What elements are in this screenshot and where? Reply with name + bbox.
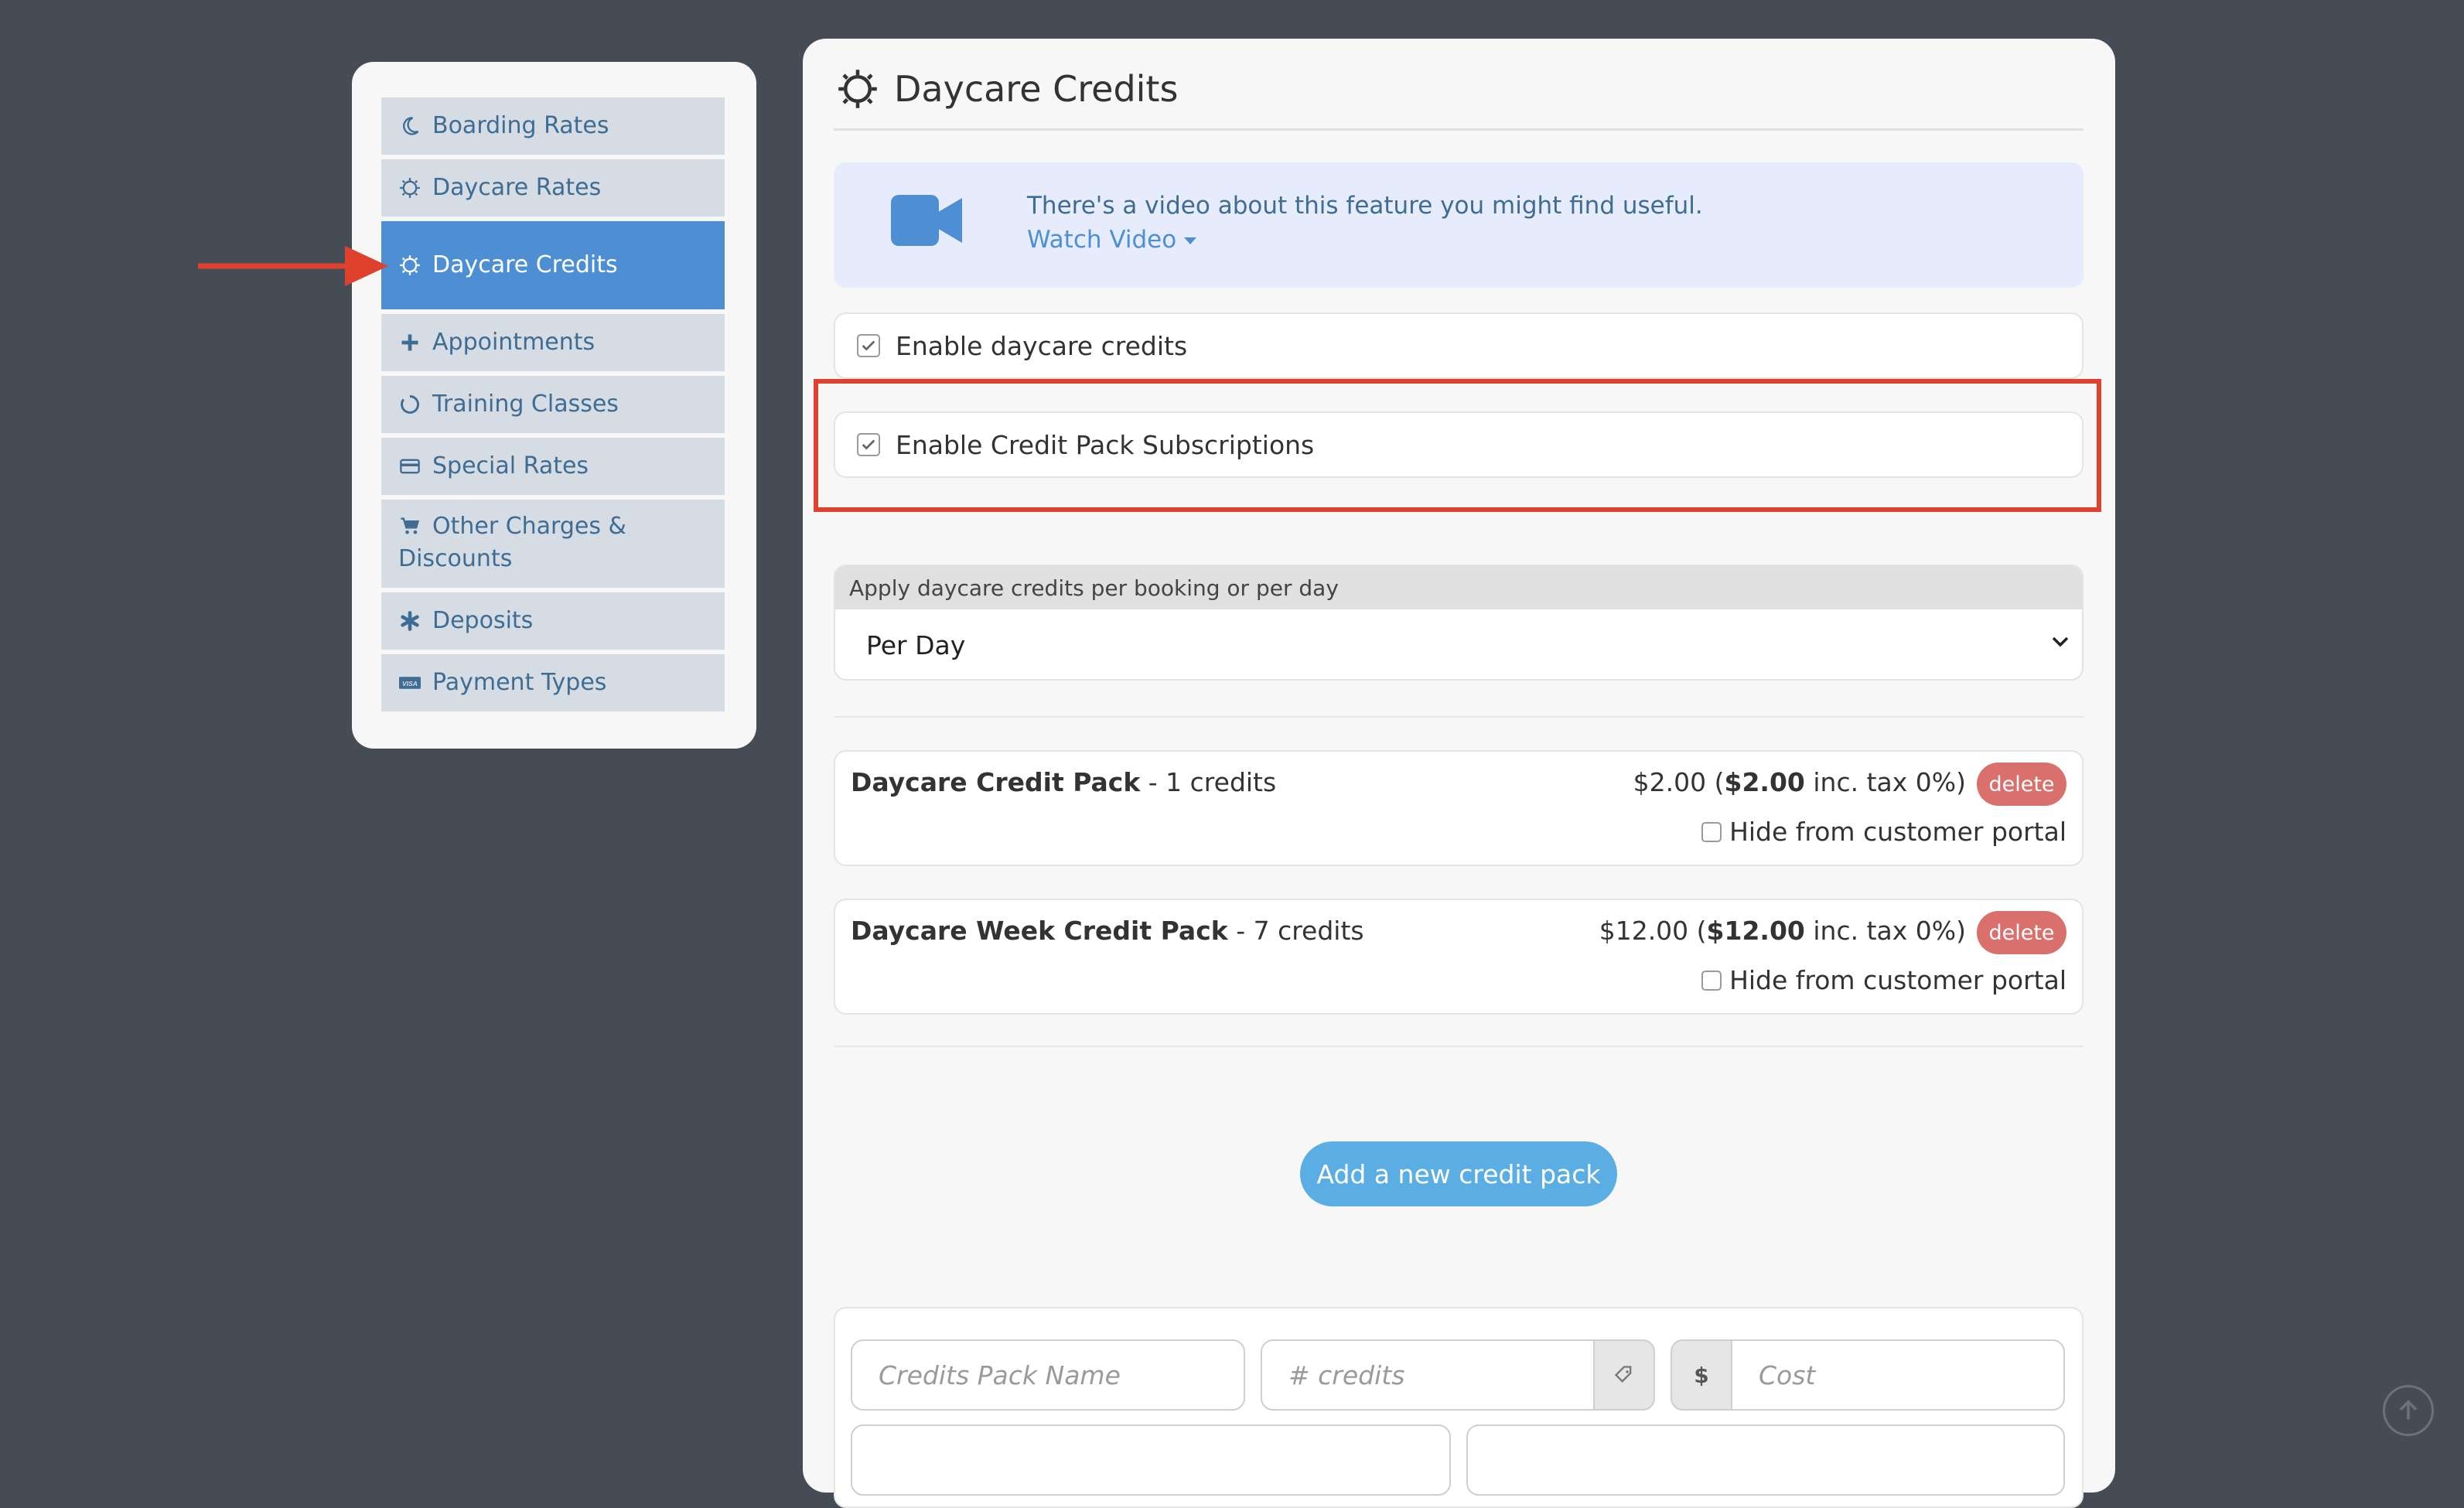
plus-icon bbox=[398, 331, 421, 354]
caret-down-icon bbox=[1184, 237, 1197, 244]
section-divider bbox=[834, 1046, 2083, 1047]
apply-credits-label: Apply daycare credits per booking or per… bbox=[835, 566, 2082, 609]
sidebar-item-label: Payment Types bbox=[432, 669, 607, 696]
sun-icon bbox=[398, 254, 421, 277]
checkmark-icon bbox=[862, 340, 875, 351]
sidebar-item-payment-types[interactable]: VISA Payment Types bbox=[381, 654, 725, 711]
sidebar-item-label: Daycare Credits bbox=[432, 251, 618, 278]
apply-credits-select[interactable]: Per Day bbox=[835, 609, 2082, 679]
sidebar-item-other-charges[interactable]: Other Charges & Discounts bbox=[381, 500, 725, 588]
hide-from-portal-row[interactable]: Hide from customer portal bbox=[1701, 817, 2066, 847]
arrow-up-icon bbox=[2399, 1400, 2418, 1420]
sidebar-item-boarding-rates[interactable]: Boarding Rates bbox=[381, 97, 725, 155]
sidebar-item-special-rates[interactable]: Special Rates bbox=[381, 438, 725, 495]
sidebar-item-daycare-rates[interactable]: Daycare Rates bbox=[381, 159, 725, 217]
section-divider bbox=[834, 716, 2083, 718]
visa-icon: VISA bbox=[398, 671, 421, 694]
watch-video-label: Watch Video bbox=[1027, 226, 1177, 254]
sidebar-item-label: Special Rates bbox=[432, 452, 589, 479]
video-camera-icon bbox=[891, 195, 962, 246]
sidebar-item-training-classes[interactable]: Training Classes bbox=[381, 376, 725, 433]
credit-pack-card: Daycare Credit Pack - 1 credits $2.00 ($… bbox=[834, 750, 2083, 866]
pack-extra-input-2[interactable] bbox=[1466, 1424, 2065, 1496]
pack-price: $2.00 ($2.00 inc. tax 0%) bbox=[1633, 767, 1966, 797]
cost-input[interactable]: Cost bbox=[1731, 1339, 2065, 1411]
pack-extra-input-1[interactable] bbox=[851, 1424, 1451, 1496]
pack-name: Daycare Week Credit Pack - 7 credits bbox=[851, 916, 1364, 946]
settings-sidebar: Boarding Rates Daycare Rates Daycare Cre… bbox=[352, 62, 756, 749]
pack-name-input[interactable]: Credits Pack Name bbox=[851, 1339, 1245, 1411]
scroll-to-top-button[interactable] bbox=[2383, 1385, 2434, 1436]
hide-from-portal-label: Hide from customer portal bbox=[1729, 965, 2066, 995]
credits-count-input[interactable]: # credits bbox=[1261, 1339, 1595, 1411]
sidebar-item-label: Deposits bbox=[432, 607, 534, 634]
cart-icon bbox=[398, 514, 421, 537]
daycare-credits-panel: Daycare Credits There's a video about th… bbox=[803, 39, 2115, 1508]
enable-daycare-credits-row[interactable]: Enable daycare credits bbox=[834, 312, 2083, 379]
credit-pack-card: Daycare Week Credit Pack - 7 credits $12… bbox=[834, 899, 2083, 1015]
page-title: Daycare Credits bbox=[837, 68, 1178, 110]
chevron-down-icon bbox=[2052, 636, 2069, 647]
hide-from-portal-checkbox[interactable] bbox=[1701, 821, 1722, 842]
enable-daycare-credits-checkbox[interactable] bbox=[857, 334, 880, 357]
sidebar-item-label: Other Charges & Discounts bbox=[398, 513, 626, 572]
delete-pack-button[interactable]: delete bbox=[1977, 911, 2066, 954]
sun-icon bbox=[398, 176, 421, 200]
circle-notch-icon bbox=[398, 393, 421, 416]
credit-card-icon bbox=[398, 455, 421, 478]
sidebar-item-label: Daycare Rates bbox=[432, 174, 602, 201]
add-credit-pack-button[interactable]: Add a new credit pack bbox=[1300, 1141, 1617, 1206]
pack-price: $12.00 ($12.00 inc. tax 0%) bbox=[1599, 916, 1966, 946]
asterisk-icon bbox=[398, 609, 421, 633]
pack-name: Daycare Credit Pack - 1 credits bbox=[851, 767, 1277, 797]
hide-from-portal-checkbox[interactable] bbox=[1701, 970, 1722, 991]
highlight-annotation bbox=[814, 379, 2101, 512]
video-notice: There's a video about this feature you m… bbox=[834, 162, 2083, 288]
moon-icon bbox=[398, 114, 421, 138]
hide-from-portal-label: Hide from customer portal bbox=[1729, 817, 2066, 847]
sidebar-item-deposits[interactable]: Deposits bbox=[381, 592, 725, 650]
apply-credits-select-group: Apply daycare credits per booking or per… bbox=[834, 565, 2083, 681]
title-divider bbox=[834, 128, 2083, 131]
tag-addon bbox=[1593, 1339, 1655, 1411]
sidebar-item-appointments[interactable]: Appointments bbox=[381, 314, 725, 371]
sidebar-item-label: Training Classes bbox=[432, 391, 619, 418]
hide-from-portal-row[interactable]: Hide from customer portal bbox=[1701, 965, 2066, 995]
page-title-text: Daycare Credits bbox=[894, 68, 1179, 110]
annotation-arrow-icon bbox=[198, 246, 388, 286]
new-credit-pack-form: Credits Pack Name # credits $ Cost bbox=[834, 1307, 2083, 1508]
sun-icon bbox=[838, 70, 877, 108]
tag-icon bbox=[1614, 1366, 1632, 1383]
svg-text:VISA: VISA bbox=[402, 680, 418, 687]
sidebar-item-label: Boarding Rates bbox=[432, 112, 609, 139]
watch-video-link[interactable]: Watch Video bbox=[1027, 226, 1197, 254]
sidebar-item-daycare-credits[interactable]: Daycare Credits bbox=[381, 221, 725, 309]
currency-addon: $ bbox=[1671, 1339, 1732, 1411]
sidebar-item-label: Appointments bbox=[432, 329, 596, 356]
apply-credits-value: Per Day bbox=[866, 629, 966, 660]
delete-pack-button[interactable]: delete bbox=[1977, 763, 2066, 806]
video-notice-text: There's a video about this feature you m… bbox=[1027, 192, 1703, 220]
enable-daycare-credits-label: Enable daycare credits bbox=[896, 330, 1188, 361]
